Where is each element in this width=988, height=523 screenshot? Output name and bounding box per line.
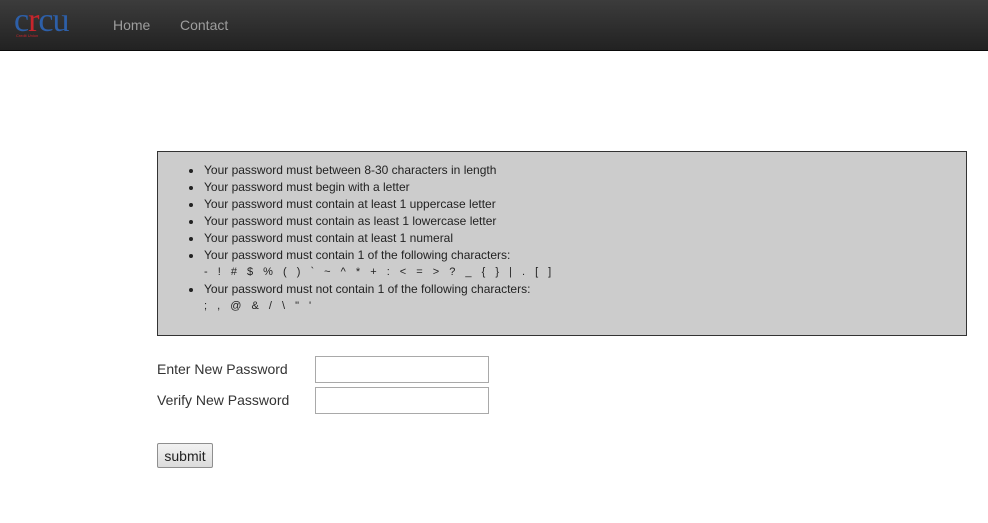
verify-password-input[interactable]	[315, 387, 489, 414]
new-password-input[interactable]	[315, 356, 489, 383]
allowed-characters: - ! # $ % ( ) ` ~ ^ * + : < = > ? _ { } …	[204, 266, 553, 278]
password-rules-box: Your password must between 8-30 characte…	[157, 151, 967, 336]
submit-button[interactable]: submit	[157, 443, 213, 468]
password-rules-list: Your password must between 8-30 characte…	[189, 162, 552, 315]
brand-logo[interactable]: crcu Credit Union	[14, 2, 90, 42]
rule-item: Your password must contain at least 1 nu…	[189, 230, 552, 247]
nav-link-contact[interactable]: Contact	[180, 16, 228, 34]
forbidden-characters: ; , @ & / \ " '	[204, 300, 313, 312]
nav-link-home[interactable]: Home	[113, 16, 150, 34]
rule-item: Your password must between 8-30 characte…	[189, 162, 552, 179]
rule-item: Your password must contain as least 1 lo…	[189, 213, 552, 230]
verify-password-label: Verify New Password	[157, 392, 290, 408]
rule-item: Your password must contain 1 of the foll…	[189, 247, 552, 281]
new-password-label: Enter New Password	[157, 361, 288, 377]
brand-tagline: Credit Union	[16, 33, 39, 38]
rule-item: Your password must not contain 1 of the …	[189, 281, 552, 315]
navbar: crcu Credit Union Home Contact	[0, 0, 988, 51]
rule-item: Your password must begin with a letter	[189, 179, 552, 196]
rule-item: Your password must contain at least 1 up…	[189, 196, 552, 213]
